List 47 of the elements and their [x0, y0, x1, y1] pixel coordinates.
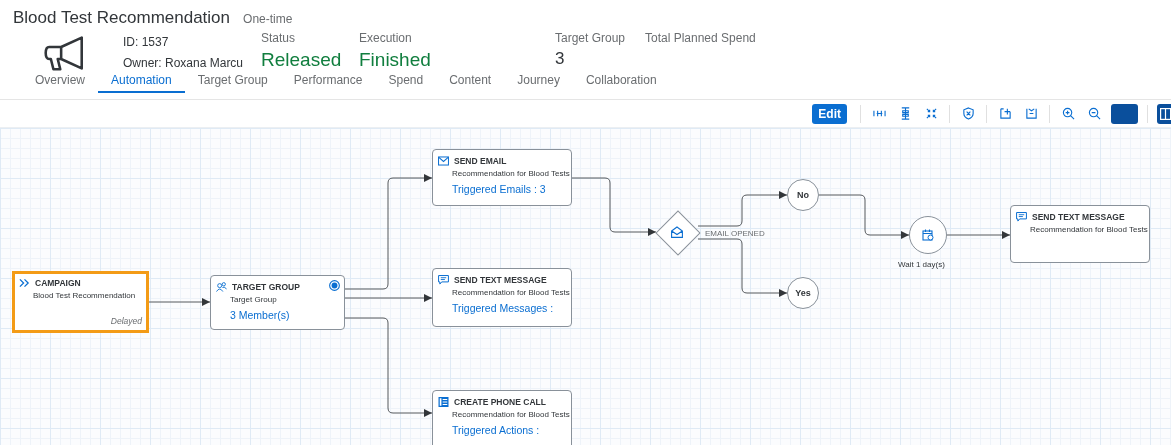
node-card[interactable]: SEND TEXT MESSAGE Recommendation for Blood Tests	[1010, 205, 1150, 263]
condition-label: EMAIL OPENED	[705, 229, 765, 238]
node-subtitle: Target Group	[230, 294, 277, 305]
node-title: SEND TEXT MESSAGE	[454, 275, 547, 285]
tab[interactable]: Journey	[504, 69, 573, 93]
node-title: CREATE PHONE CALL	[454, 397, 546, 407]
node-subtitle: Recommendation for Blood Tests	[452, 409, 570, 420]
node-card[interactable]: SEND EMAIL Recommendation for Blood Tests Triggered Emails : 3	[432, 149, 572, 206]
tab[interactable]: Content	[436, 69, 505, 93]
node-subtitle: Recommendation for Blood Tests	[1030, 224, 1148, 235]
tab[interactable]: Spend	[375, 69, 437, 93]
campaign-id: ID: 1537	[123, 35, 170, 49]
campaign-type: One-time	[243, 12, 293, 26]
tab[interactable]: Collaboration	[572, 69, 670, 93]
campaign-owner: Owner: Roxana Marcu	[123, 56, 245, 70]
fact-label: Status	[261, 31, 297, 45]
node-subtitle: Recommendation for Blood Tests	[452, 287, 570, 298]
node-card[interactable]: TARGET GROUP Target Group 3 Member(s)	[210, 275, 345, 330]
fact-label: Target Group	[555, 31, 627, 45]
node-subtitle: Recommendation for Blood Tests	[452, 168, 570, 179]
node-title: SEND EMAIL	[454, 156, 507, 166]
tab[interactable]: Target Group	[184, 69, 281, 93]
fact-value: Finished	[359, 49, 432, 71]
page-title: Blood Test Recommendation	[13, 8, 231, 28]
node-metric: 3 Member(s)	[230, 309, 291, 321]
tab[interactable]: Automation	[98, 69, 185, 93]
edit-button[interactable]: Edit	[812, 103, 847, 124]
wait-label: Wait 1 day(s)	[898, 260, 945, 269]
tab[interactable]: Performance	[280, 69, 376, 93]
node-metric: Triggered Actions :	[452, 424, 541, 436]
node-card[interactable]: CAMPAIGN Blood Test Recommendation Delayed	[12, 271, 149, 333]
fact-label: Total Planned Spend	[645, 31, 757, 45]
fact-label: Execution	[359, 31, 413, 45]
outcome-node[interactable]: Yes	[787, 277, 819, 309]
tab[interactable]: Overview	[22, 69, 98, 93]
fact-value: Released	[261, 49, 343, 71]
node-card[interactable]: SEND TEXT MESSAGE Recommendation for Blood Tests Triggered Messages :	[432, 268, 572, 327]
fact-value: 3	[555, 49, 566, 69]
node-subtitle: Blood Test Recommendation	[33, 290, 136, 301]
node-title: TARGET GROUP	[232, 282, 300, 292]
node-title: SEND TEXT MESSAGE	[1032, 212, 1125, 222]
node-title: CAMPAIGN	[35, 278, 81, 288]
node-card[interactable]: CREATE PHONE CALL Recommendation for Blood Tests Triggered Actions :	[432, 390, 572, 445]
node-metric: Triggered Emails : 3	[452, 183, 547, 195]
outcome-node[interactable]: No	[787, 179, 819, 211]
node-status: Delayed	[110, 316, 142, 326]
node-metric: Triggered Messages :	[452, 302, 555, 314]
